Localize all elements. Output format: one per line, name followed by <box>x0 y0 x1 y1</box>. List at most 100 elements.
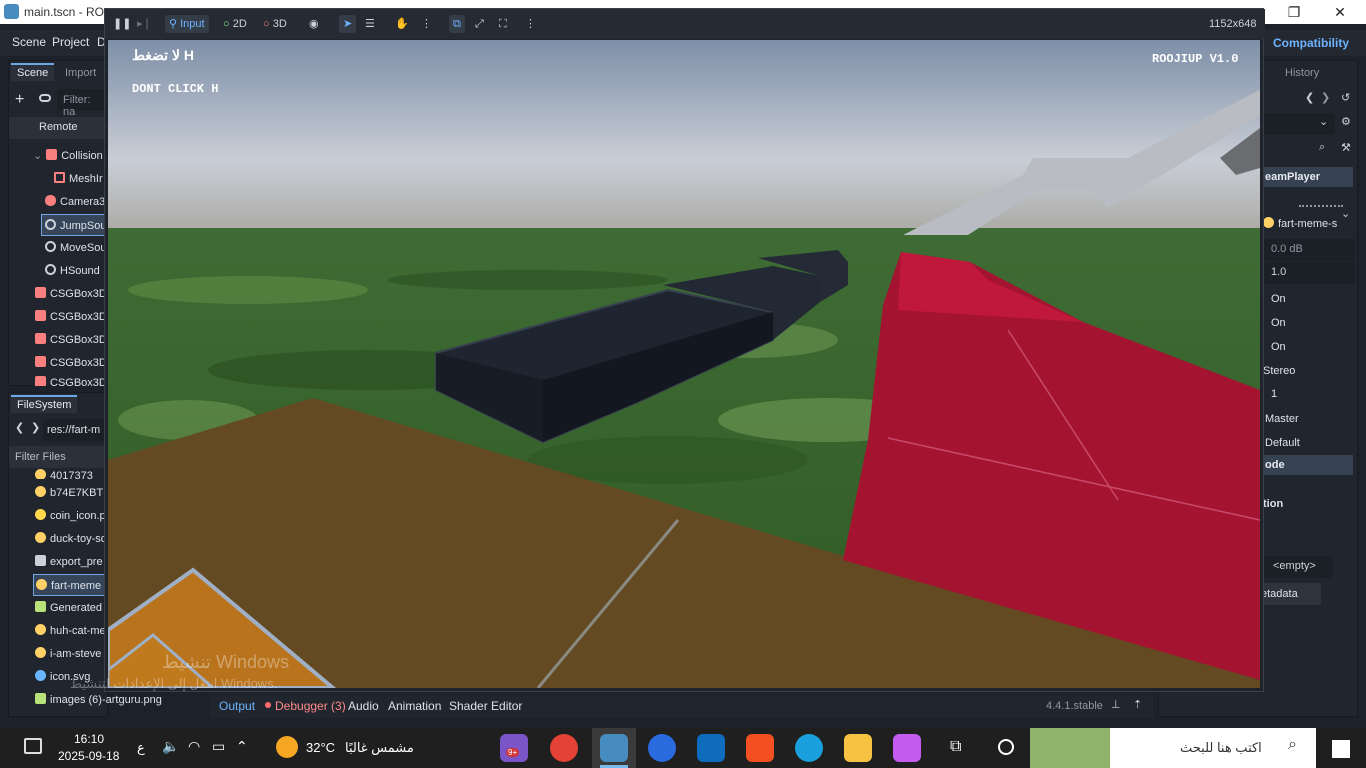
app-circle-icon[interactable] <box>648 734 676 762</box>
weather-icon[interactable] <box>276 736 298 758</box>
battery-icon[interactable]: ▭ <box>212 738 225 755</box>
tree-item-csgbox[interactable]: CSGBox3D <box>9 283 109 305</box>
chevron-up-icon[interactable]: ⌃ <box>236 738 248 755</box>
tab-shader-editor[interactable]: Shader Editor <box>449 699 522 713</box>
node-section-header[interactable]: ode <box>1263 455 1353 475</box>
tab-filesystem[interactable]: FileSystem <box>11 395 78 413</box>
remote-toggle[interactable]: Remote <box>9 117 109 139</box>
edge-icon[interactable] <box>795 734 823 762</box>
chrome-icon[interactable] <box>550 734 578 762</box>
object-menu-icon[interactable]: ⚙ <box>1341 115 1351 128</box>
tree-item-movesound[interactable]: MoveSou <box>9 237 109 259</box>
menu-project[interactable]: Project <box>52 35 89 49</box>
back-arrow-icon[interactable]: ❮ <box>15 421 24 434</box>
tab-audio[interactable]: Audio <box>348 699 379 713</box>
tab-debugger[interactable]: Debugger (3) <box>275 699 346 713</box>
process-section-header[interactable]: tion <box>1263 498 1283 510</box>
tree-item-collision[interactable]: ⌄ Collision <box>9 145 109 167</box>
pin-icon[interactable]: ⊥ <box>1111 698 1121 711</box>
stream-field[interactable]: fart-meme-s <box>1263 217 1337 230</box>
godot-icon[interactable] <box>600 734 628 762</box>
tab-history[interactable]: History <box>1285 67 1319 79</box>
chevron-down-icon[interactable]: ⌄ <box>1319 115 1328 128</box>
link-icon[interactable] <box>39 94 51 102</box>
copilot-icon[interactable] <box>893 734 921 762</box>
file-item[interactable]: 4017373 <box>9 469 109 479</box>
toggle-on-1[interactable]: On <box>1271 293 1286 305</box>
history-icon[interactable]: ↺ <box>1341 91 1350 104</box>
visibility-icon[interactable]: ◉ <box>309 15 319 33</box>
file-item[interactable]: i-am-steve <box>9 643 109 665</box>
more-options-icon[interactable]: ⋮ <box>525 15 536 33</box>
settings-icon[interactable]: ⚒ <box>1341 141 1351 154</box>
back-arrow-icon[interactable]: ❮ <box>1305 91 1314 104</box>
tree-item-csgbox[interactable]: CSGBox3D <box>9 352 109 374</box>
pause-button[interactable]: ❚❚ <box>113 15 131 33</box>
empty-resource-field[interactable]: <empty> <box>1263 556 1333 578</box>
tree-item-csgbox[interactable]: CSGBox3D <box>9 375 109 386</box>
add-metadata-button[interactable]: etadata <box>1259 583 1321 605</box>
max-polyphony-field[interactable]: 1 <box>1271 388 1277 400</box>
scene-filter-input[interactable]: Filter: na <box>57 89 109 118</box>
tree-item-hsound[interactable]: HSound <box>9 260 109 282</box>
tree-item-csgbox[interactable]: CSGBox3D <box>9 329 109 351</box>
forward-arrow-icon[interactable]: ❯ <box>31 421 40 434</box>
notifications-icon[interactable] <box>24 738 42 754</box>
tab-output[interactable]: Output <box>219 699 255 713</box>
search-icon[interactable]: ⌕ <box>1319 141 1325 154</box>
next-frame-button[interactable]: ▸❘ <box>137 15 152 33</box>
file-item[interactable]: coin_icon.p <box>9 505 109 527</box>
file-item[interactable]: b74E7KBTE <box>9 482 109 504</box>
tab-import[interactable]: Import <box>59 65 102 81</box>
mode-2d-button[interactable]: ○ 2D <box>223 15 247 33</box>
select-tool-icon[interactable]: ➤ <box>339 15 357 33</box>
forward-arrow-icon[interactable]: ❯ <box>1321 91 1330 104</box>
tab-scene[interactable]: Scene <box>11 63 55 81</box>
maximize-button[interactable]: ❐ <box>1272 2 1316 22</box>
cortana-icon[interactable] <box>998 739 1014 755</box>
close-button[interactable]: ✕ <box>1318 2 1362 22</box>
language-indicator[interactable]: ع <box>137 740 145 756</box>
task-view-icon[interactable]: ⧉ <box>950 738 961 756</box>
mode-3d-button[interactable]: ○ 3D <box>263 15 287 33</box>
pitch-field[interactable]: 1.0 <box>1263 262 1355 284</box>
embed-window-icon[interactable]: ⧉ <box>449 15 465 33</box>
weather-temperature[interactable]: 32°C <box>306 740 335 755</box>
windows-start-icon[interactable] <box>1332 740 1350 758</box>
search-box[interactable]: اكتب هنا للبحث ⌕ <box>1030 728 1316 768</box>
clock-date[interactable]: 2025-09-18 <box>58 749 119 763</box>
file-item[interactable]: Generated <box>9 597 109 619</box>
file-item[interactable]: export_pre <box>9 551 109 573</box>
playback-type-select[interactable]: Default <box>1265 437 1300 449</box>
expand-panel-icon[interactable]: ⇡ <box>1133 698 1142 711</box>
toggle-on-2[interactable]: On <box>1271 317 1286 329</box>
tab-animation[interactable]: Animation <box>388 699 441 713</box>
bus-select[interactable]: Master <box>1265 413 1299 425</box>
menu-scene[interactable]: Scene <box>12 35 46 49</box>
tree-item-mesh[interactable]: MeshIr <box>9 168 109 190</box>
file-explorer-icon[interactable] <box>844 734 872 762</box>
volume-field[interactable]: 0.0 dB <box>1263 239 1355 261</box>
path-field[interactable]: res://fart-m <box>43 419 109 441</box>
more-options-icon[interactable]: ⋮ <box>421 15 432 33</box>
list-select-icon[interactable]: ☰ <box>365 15 375 33</box>
wifi-icon[interactable]: ◠ <box>188 738 200 755</box>
add-node-icon[interactable]: + <box>15 91 24 109</box>
tree-item-camera[interactable]: Camera3 <box>9 191 109 213</box>
fullscreen-icon[interactable]: ⤢ <box>475 15 484 33</box>
file-item[interactable]: huh-cat-me <box>9 620 109 642</box>
volume-icon[interactable]: 🔈 <box>162 738 179 755</box>
outlook-icon[interactable] <box>697 734 725 762</box>
weather-condition[interactable]: مشمس غالبًا <box>345 740 414 756</box>
mix-target-select[interactable]: Stereo <box>1263 365 1295 377</box>
camera-override-icon[interactable]: ✋ <box>395 15 409 33</box>
input-mode-button[interactable]: ⚲ Input <box>165 15 209 33</box>
game-viewport[interactable]: لا تضغط H DONT CLICK H ROOJIUP V1.0 <box>108 40 1260 688</box>
store-icon[interactable] <box>746 734 774 762</box>
file-item-selected[interactable]: fart-meme <box>33 574 109 596</box>
clock-time[interactable]: 16:10 <box>74 732 104 746</box>
file-item[interactable]: images (6)-artguru.png <box>9 689 169 711</box>
renderer-select[interactable]: Compatibility <box>1273 36 1349 50</box>
tree-item-csgbox[interactable]: CSGBox3D <box>9 306 109 328</box>
expand-icon[interactable]: ⛶ <box>499 15 507 33</box>
